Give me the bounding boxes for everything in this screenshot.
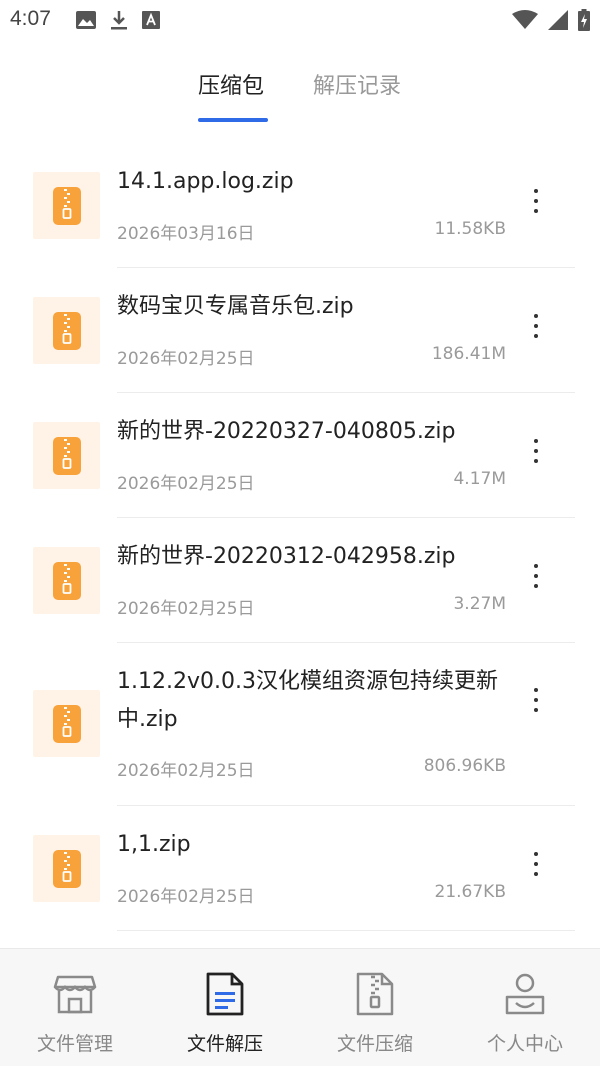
- zip-thumbnail: [33, 547, 100, 614]
- nav-label: 文件压缩: [336, 1033, 413, 1055]
- zip-icon: [52, 436, 81, 475]
- document-icon: [206, 972, 244, 1016]
- tab-extract-history[interactable]: 解压记录: [313, 68, 401, 100]
- more-options-icon[interactable]: [524, 437, 548, 465]
- zip-icon: [52, 311, 81, 350]
- zip-thumbnail: [33, 297, 100, 364]
- status-time: 4:07: [10, 7, 51, 30]
- file-size: 3.27M: [453, 594, 506, 614]
- zip-thumbnail: [33, 172, 100, 239]
- file-date: 2026年02月25日: [117, 887, 255, 907]
- zip-icon: [52, 561, 81, 600]
- file-name: 1.12.2v0.0.3汉化模组资源包持续更新中.zip: [117, 669, 498, 732]
- file-row[interactable]: 新的世界-20220312-042958.zip 2026年02月25日 3.27M: [0, 518, 600, 643]
- zip-icon: [52, 186, 81, 225]
- nav-file-extract[interactable]: 文件解压: [150, 949, 300, 1066]
- nav-file-manager[interactable]: 文件管理: [0, 949, 150, 1066]
- nav-label: 文件管理: [36, 1033, 113, 1055]
- file-name: 新的世界-20220327-040805.zip: [117, 419, 456, 444]
- file-date: 2026年02月25日: [117, 761, 255, 781]
- font-a-icon: [142, 11, 160, 29]
- nav-label: 个人中心: [486, 1033, 563, 1055]
- nav-file-compress[interactable]: 文件压缩: [300, 949, 450, 1066]
- more-options-icon[interactable]: [524, 562, 548, 590]
- nav-profile[interactable]: 个人中心: [450, 949, 600, 1066]
- status-bar: 4:07: [0, 0, 600, 40]
- wifi-icon: [512, 10, 538, 29]
- file-date: 2026年02月25日: [117, 474, 255, 494]
- file-name: 14.1.app.log.zip: [117, 169, 294, 194]
- zip-thumbnail: [33, 422, 100, 489]
- download-icon: [111, 11, 127, 30]
- file-size: 21.67KB: [434, 882, 506, 902]
- file-row[interactable]: 数码宝贝专属音乐包.zip 2026年02月25日 186.41M: [0, 268, 600, 393]
- user-icon: [505, 973, 545, 1015]
- file-row[interactable]: 新的世界-20220327-040805.zip 2026年02月25日 4.17M: [0, 393, 600, 518]
- file-date: 2026年03月16日: [117, 224, 255, 244]
- file-row[interactable]: 1.12.2v0.0.3汉化模组资源包持续更新中.zip 2026年02月25日 8…: [0, 643, 600, 806]
- file-row[interactable]: 14.1.app.log.zip 2026年03月16日 11.58KB: [0, 143, 600, 268]
- store-icon: [53, 975, 97, 1014]
- more-options-icon[interactable]: [524, 187, 548, 215]
- more-options-icon[interactable]: [524, 312, 548, 340]
- more-options-icon[interactable]: [524, 850, 548, 878]
- file-row[interactable]: 1,1.zip 2026年02月25日 21.67KB: [0, 806, 600, 931]
- battery-charging-icon: [578, 9, 590, 31]
- nav-label: 文件解压: [186, 1033, 263, 1055]
- file-date: 2026年02月25日: [117, 349, 255, 369]
- zip-icon: [52, 849, 81, 888]
- zip-thumbnail: [33, 690, 100, 757]
- tab-indicator: [198, 118, 268, 122]
- signal-icon: [548, 10, 568, 30]
- file-size: 806.96KB: [423, 756, 506, 776]
- file-size: 4.17M: [453, 469, 506, 489]
- file-name: 数码宝贝专属音乐包.zip: [117, 294, 354, 319]
- file-size: 11.58KB: [434, 219, 506, 239]
- file-size: 186.41M: [431, 344, 506, 364]
- zip-thumbnail: [33, 835, 100, 902]
- row-divider: [117, 930, 575, 931]
- tab-archives[interactable]: 压缩包: [198, 68, 264, 100]
- file-list: 14.1.app.log.zip 2026年03月16日 11.58KB 数码宝贝专属…: [0, 143, 600, 931]
- zip-file-icon: [356, 972, 394, 1016]
- bottom-navigation: 文件管理 文件解压 文件压缩 个人中心: [0, 948, 600, 1066]
- tab-bar: 压缩包 解压记录: [0, 60, 600, 126]
- file-name: 1,1.zip: [117, 832, 191, 857]
- zip-icon: [52, 704, 81, 743]
- file-name: 新的世界-20220312-042958.zip: [117, 544, 456, 569]
- file-date: 2026年02月25日: [117, 599, 255, 619]
- image-icon: [76, 11, 96, 29]
- more-options-icon[interactable]: [524, 686, 548, 714]
